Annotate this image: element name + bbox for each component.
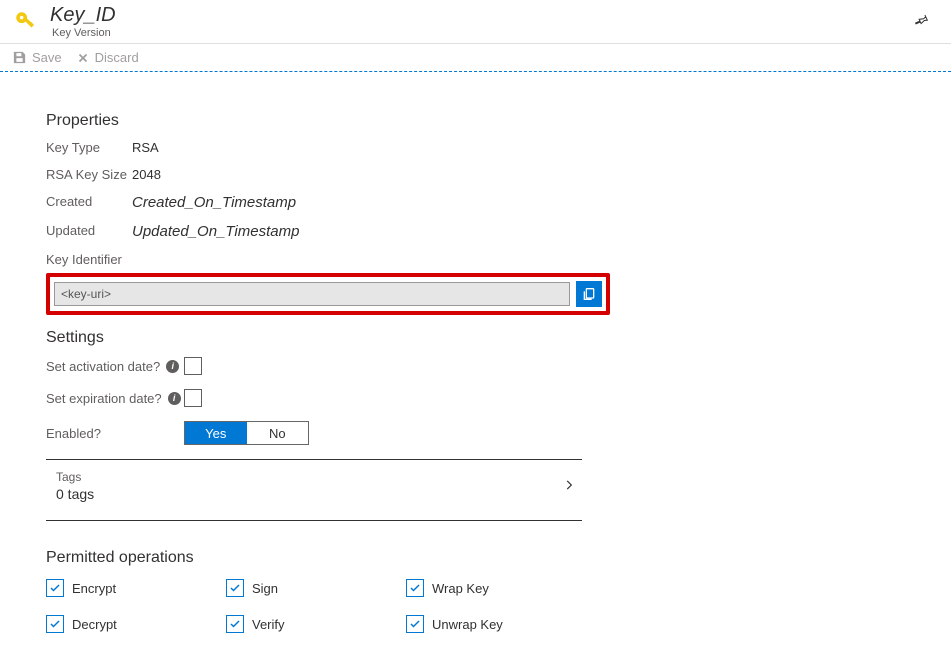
enabled-toggle: Yes No — [184, 421, 309, 445]
content-area: Properties Key Type RSA RSA Key Size 204… — [0, 72, 640, 633]
divider — [46, 520, 582, 521]
enabled-label: Enabled? — [46, 426, 101, 441]
encrypt-checkbox[interactable] — [46, 579, 64, 597]
updated-label: Updated — [46, 223, 132, 240]
encrypt-label: Encrypt — [72, 581, 116, 596]
prop-created: Created Created_On_Timestamp — [46, 194, 640, 211]
title-block: Key_ID Key Version — [50, 4, 913, 39]
setting-activation: Set activation date? i — [46, 357, 640, 375]
settings-block: Settings Set activation date? i Set expi… — [46, 329, 640, 521]
op-verify: Verify — [226, 615, 406, 633]
info-icon[interactable]: i — [168, 392, 181, 405]
verify-label: Verify — [252, 617, 285, 632]
discard-button[interactable]: Discard — [76, 50, 139, 65]
save-label: Save — [32, 50, 62, 65]
page-subtitle: Key Version — [52, 27, 913, 39]
verify-checkbox[interactable] — [226, 615, 244, 633]
created-label: Created — [46, 194, 132, 211]
enabled-no[interactable]: No — [247, 422, 309, 444]
unwrap-checkbox[interactable] — [406, 615, 424, 633]
key-icon — [10, 6, 42, 38]
permitted-operations: Permitted operations Encrypt Sign Wrap K… — [46, 549, 640, 633]
pin-icon[interactable] — [913, 12, 929, 31]
prop-key-type: Key Type RSA — [46, 140, 640, 155]
key-uri-highlight — [46, 273, 610, 315]
discard-label: Discard — [95, 50, 139, 65]
op-encrypt: Encrypt — [46, 579, 226, 597]
setting-enabled: Enabled? Yes No — [46, 421, 640, 445]
page-header: Key_ID Key Version — [0, 0, 951, 44]
rsa-size-value: 2048 — [132, 167, 161, 182]
unwrap-label: Unwrap Key — [432, 617, 503, 632]
enabled-yes[interactable]: Yes — [185, 422, 247, 444]
prop-updated: Updated Updated_On_Timestamp — [46, 223, 640, 240]
op-sign: Sign — [226, 579, 406, 597]
page-title: Key_ID — [50, 4, 913, 27]
activation-checkbox[interactable] — [184, 357, 202, 375]
save-button[interactable]: Save — [12, 50, 62, 65]
tags-label: Tags — [56, 470, 94, 484]
prop-rsa-size: RSA Key Size 2048 — [46, 167, 640, 182]
wrap-label: Wrap Key — [432, 581, 489, 596]
op-wrap: Wrap Key — [406, 579, 586, 597]
updated-value: Updated_On_Timestamp — [132, 223, 299, 240]
key-uri-input[interactable] — [54, 282, 570, 306]
tags-row[interactable]: Tags 0 tags — [46, 460, 582, 512]
copy-button[interactable] — [576, 281, 602, 307]
expiration-label: Set expiration date? — [46, 391, 162, 406]
permitted-heading: Permitted operations — [46, 549, 640, 567]
expiration-checkbox[interactable] — [184, 389, 202, 407]
decrypt-checkbox[interactable] — [46, 615, 64, 633]
chevron-right-icon — [562, 478, 576, 495]
setting-expiration: Set expiration date? i — [46, 389, 640, 407]
activation-label: Set activation date? — [46, 359, 160, 374]
properties-heading: Properties — [46, 112, 640, 130]
tags-count: 0 tags — [56, 486, 94, 502]
info-icon[interactable]: i — [166, 360, 179, 373]
settings-heading: Settings — [46, 329, 640, 347]
toolbar: Save Discard — [0, 44, 951, 72]
op-decrypt: Decrypt — [46, 615, 226, 633]
sign-label: Sign — [252, 581, 278, 596]
wrap-checkbox[interactable] — [406, 579, 424, 597]
key-type-value: RSA — [132, 140, 159, 155]
op-unwrap: Unwrap Key — [406, 615, 586, 633]
rsa-size-label: RSA Key Size — [46, 167, 132, 182]
sign-checkbox[interactable] — [226, 579, 244, 597]
key-identifier-label: Key Identifier — [46, 252, 640, 267]
decrypt-label: Decrypt — [72, 617, 117, 632]
key-type-label: Key Type — [46, 140, 132, 155]
created-value: Created_On_Timestamp — [132, 194, 296, 211]
